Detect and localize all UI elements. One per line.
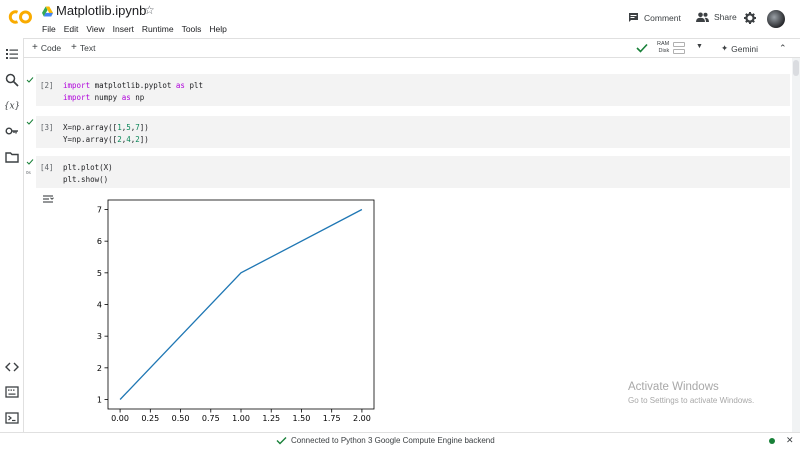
status-indicator [769, 438, 775, 444]
app-header: Matplotlib.ipynb ☆ File Edit View Insert… [0, 0, 800, 38]
vertical-scrollbar[interactable] [792, 58, 800, 432]
google-drive-icon[interactable] [42, 6, 53, 17]
add-code-button[interactable]: + Code [32, 42, 62, 54]
x-tick-label: 1.25 [262, 414, 280, 423]
executed-check-icon [26, 119, 34, 125]
module-name: numpy [94, 92, 118, 102]
ram-bar [673, 42, 685, 47]
x-tick-label: 1.00 [232, 414, 250, 423]
notebook-area: [2] import matplotlib.pyplot as plt impo… [24, 58, 792, 432]
x-tick-label: 0.75 [202, 414, 220, 423]
line-chart: 0.00 0.25 0.50 0.75 1.00 1.25 1.50 1.75 2.00 1 2 3 4… [97, 199, 375, 423]
menu-help[interactable]: Help [209, 23, 226, 35]
y-tick-label: 4 [97, 301, 102, 310]
star-icon[interactable]: ☆ [144, 4, 155, 16]
svg-text:{x}: {x} [5, 102, 19, 112]
gear-icon[interactable] [744, 12, 756, 24]
folder-icon[interactable] [5, 150, 19, 164]
table-of-contents-icon[interactable] [5, 47, 19, 61]
connected-check-icon [636, 43, 648, 53]
y-tick-label: 2 [97, 364, 102, 373]
chevron-down-icon[interactable]: ▼ [696, 43, 703, 50]
gemini-button[interactable]: ✦ Gemini [721, 43, 758, 54]
module-name: matplotlib.pyplot [94, 81, 172, 90]
ram-label: RAM [657, 41, 670, 47]
menu-view[interactable]: View [86, 23, 104, 35]
menu-bar: File Edit View Insert Runtime Tools Help [42, 23, 227, 35]
gemini-label: Gemini [731, 43, 759, 54]
execution-time: 0s [26, 170, 31, 175]
menu-insert[interactable]: Insert [113, 23, 134, 35]
x-tick-label: 1.50 [293, 414, 311, 423]
menu-file[interactable]: File [42, 23, 56, 35]
user-avatar[interactable] [767, 10, 785, 28]
terminal-icon[interactable] [5, 411, 19, 425]
execution-count: [3] [40, 123, 54, 132]
x-tick-label: 1.75 [323, 414, 341, 423]
resource-monitor[interactable]: RAM Disk [657, 41, 669, 55]
add-text-button[interactable]: + Text [71, 42, 96, 54]
plus-icon: + [71, 42, 77, 53]
code-cell[interactable]: 0s [4] plt.plot(X) plt.show() [26, 156, 790, 188]
code-cell[interactable]: [3] X=np.array([1,5,7]) Y=np.array([2,4,… [26, 116, 790, 148]
executed-check-icon [26, 77, 34, 83]
resource-bars[interactable] [673, 42, 685, 56]
status-bar: Connected to Python 3 Google Compute Eng… [0, 432, 800, 449]
code-cell[interactable]: [2] import matplotlib.pyplot as plt impo… [26, 74, 790, 106]
add-text-label: Text [79, 43, 96, 53]
cell-code[interactable]: X=np.array([1,5,7]) Y=np.array([2,4,2]) [63, 122, 149, 145]
disk-label: Disk [658, 48, 670, 54]
comment-label: Comment [644, 12, 681, 23]
command-palette-icon[interactable] [5, 385, 19, 399]
left-sidebar: {x} [0, 38, 24, 432]
x-tick-label: 0.50 [172, 414, 190, 423]
output-actions-icon[interactable] [42, 194, 54, 204]
watermark-subtitle: Go to Settings to activate Windows. [628, 396, 755, 405]
colab-logo-icon[interactable] [7, 8, 33, 26]
variables-icon[interactable]: {x} [5, 98, 19, 112]
add-code-label: Code [40, 43, 62, 53]
chevron-up-icon[interactable]: ⌃ [779, 43, 787, 54]
key-icon[interactable] [5, 124, 19, 138]
cell-code[interactable]: import matplotlib.pyplot as plt import n… [63, 80, 203, 103]
scrollbar-thumb[interactable] [793, 60, 799, 76]
connected-check-icon [276, 437, 287, 445]
search-icon[interactable] [5, 73, 19, 87]
menu-edit[interactable]: Edit [64, 23, 79, 35]
comment-icon [629, 13, 638, 22]
y-tick-label: 6 [97, 237, 102, 246]
close-icon[interactable]: ✕ [786, 435, 794, 446]
notebook-toolbar: + Code + Text RAM Disk ▼ ✦ Gemini ⌃ [24, 38, 800, 58]
comment-button[interactable]: Comment [628, 12, 681, 23]
notebook-title[interactable]: Matplotlib.ipynb [56, 3, 146, 18]
menu-runtime[interactable]: Runtime [142, 23, 174, 35]
plus-icon: + [32, 42, 38, 53]
people-icon [696, 12, 709, 22]
share-button[interactable]: Share [696, 12, 737, 22]
disk-bar [673, 49, 685, 54]
cell-code[interactable]: plt.plot(X) plt.show() [63, 162, 113, 185]
executed-check-icon [26, 159, 34, 165]
y-tick-label: 3 [97, 332, 102, 341]
execution-count: [4] [40, 163, 54, 172]
x-tick-label: 0.25 [141, 414, 159, 423]
watermark-title: Activate Windows [628, 381, 719, 393]
menu-tools[interactable]: Tools [182, 23, 202, 35]
windows-activation-watermark: Activate Windows Go to Settings to activ… [628, 381, 754, 405]
x-tick-label: 0.00 [111, 414, 129, 423]
code-snippets-icon[interactable] [5, 360, 19, 374]
connection-status[interactable]: Connected to Python 3 Google Compute Eng… [291, 436, 495, 445]
sparkle-icon: ✦ [721, 43, 729, 53]
y-tick-label: 5 [97, 269, 102, 278]
y-tick-label: 1 [97, 396, 102, 405]
y-tick-label: 7 [97, 206, 102, 215]
alias-name: plt [189, 81, 203, 90]
plot-frame [107, 199, 375, 410]
alias-name: np [135, 92, 145, 102]
execution-count: [2] [40, 81, 54, 90]
share-label: Share [714, 12, 737, 22]
x-tick-label: 2.00 [353, 414, 371, 423]
